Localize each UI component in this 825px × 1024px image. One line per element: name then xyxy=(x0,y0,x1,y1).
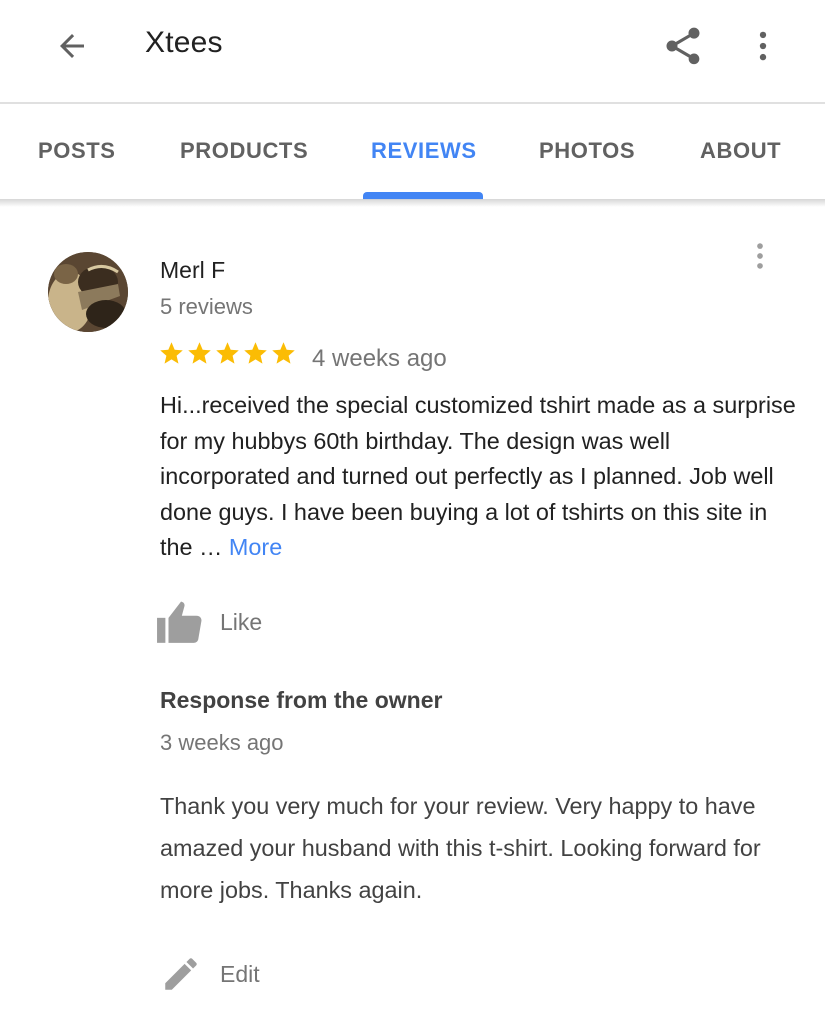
owner-response-date: 3 weeks ago xyxy=(160,730,284,755)
tab-bar: POSTS PRODUCTS REVIEWS PHOTOS ABOUT xyxy=(0,104,825,200)
more-link[interactable]: More xyxy=(229,534,282,560)
reviewer-review-count: 5 reviews xyxy=(160,294,253,319)
reviewer-avatar[interactable] xyxy=(48,252,128,332)
overflow-menu-button[interactable] xyxy=(744,22,782,70)
share-icon xyxy=(666,27,700,65)
back-button[interactable] xyxy=(48,22,96,70)
reviewer-name[interactable]: Merl F xyxy=(160,257,225,284)
pencil-icon xyxy=(165,958,197,990)
page-title: Xtees xyxy=(145,26,223,59)
review-date: 4 weeks ago xyxy=(312,345,447,372)
star-icon xyxy=(216,342,239,364)
star-rating xyxy=(158,340,297,367)
tab-reviews[interactable]: REVIEWS xyxy=(371,138,477,164)
tab-posts[interactable]: POSTS xyxy=(38,138,116,164)
more-vert-icon xyxy=(759,31,767,61)
tab-bar-shadow xyxy=(0,199,825,207)
more-vert-icon xyxy=(757,243,763,269)
tab-photos[interactable]: PHOTOS xyxy=(539,138,635,164)
like-button[interactable]: Like xyxy=(156,596,262,648)
star-icon xyxy=(188,342,211,364)
review-text: Hi...received the special customized tsh… xyxy=(160,388,800,566)
tab-about[interactable]: ABOUT xyxy=(700,138,781,164)
arrow-back-icon xyxy=(60,34,84,58)
thumb-up-icon xyxy=(157,601,202,643)
owner-response-text: Thank you very much for your review. Ver… xyxy=(160,793,761,903)
owner-response-title: Response from the owner xyxy=(160,687,443,713)
avatar-photo xyxy=(48,252,128,332)
tab-products[interactable]: PRODUCTS xyxy=(180,138,308,164)
like-label: Like xyxy=(220,608,263,635)
star-icon xyxy=(160,342,183,364)
edit-response-button[interactable]: Edit xyxy=(160,948,260,1000)
edit-label: Edit xyxy=(220,960,260,987)
share-button[interactable] xyxy=(658,20,708,72)
star-icon xyxy=(244,342,267,364)
review-menu-button[interactable] xyxy=(742,234,778,278)
app-bar: Xtees xyxy=(0,0,825,102)
star-icon xyxy=(272,342,295,364)
